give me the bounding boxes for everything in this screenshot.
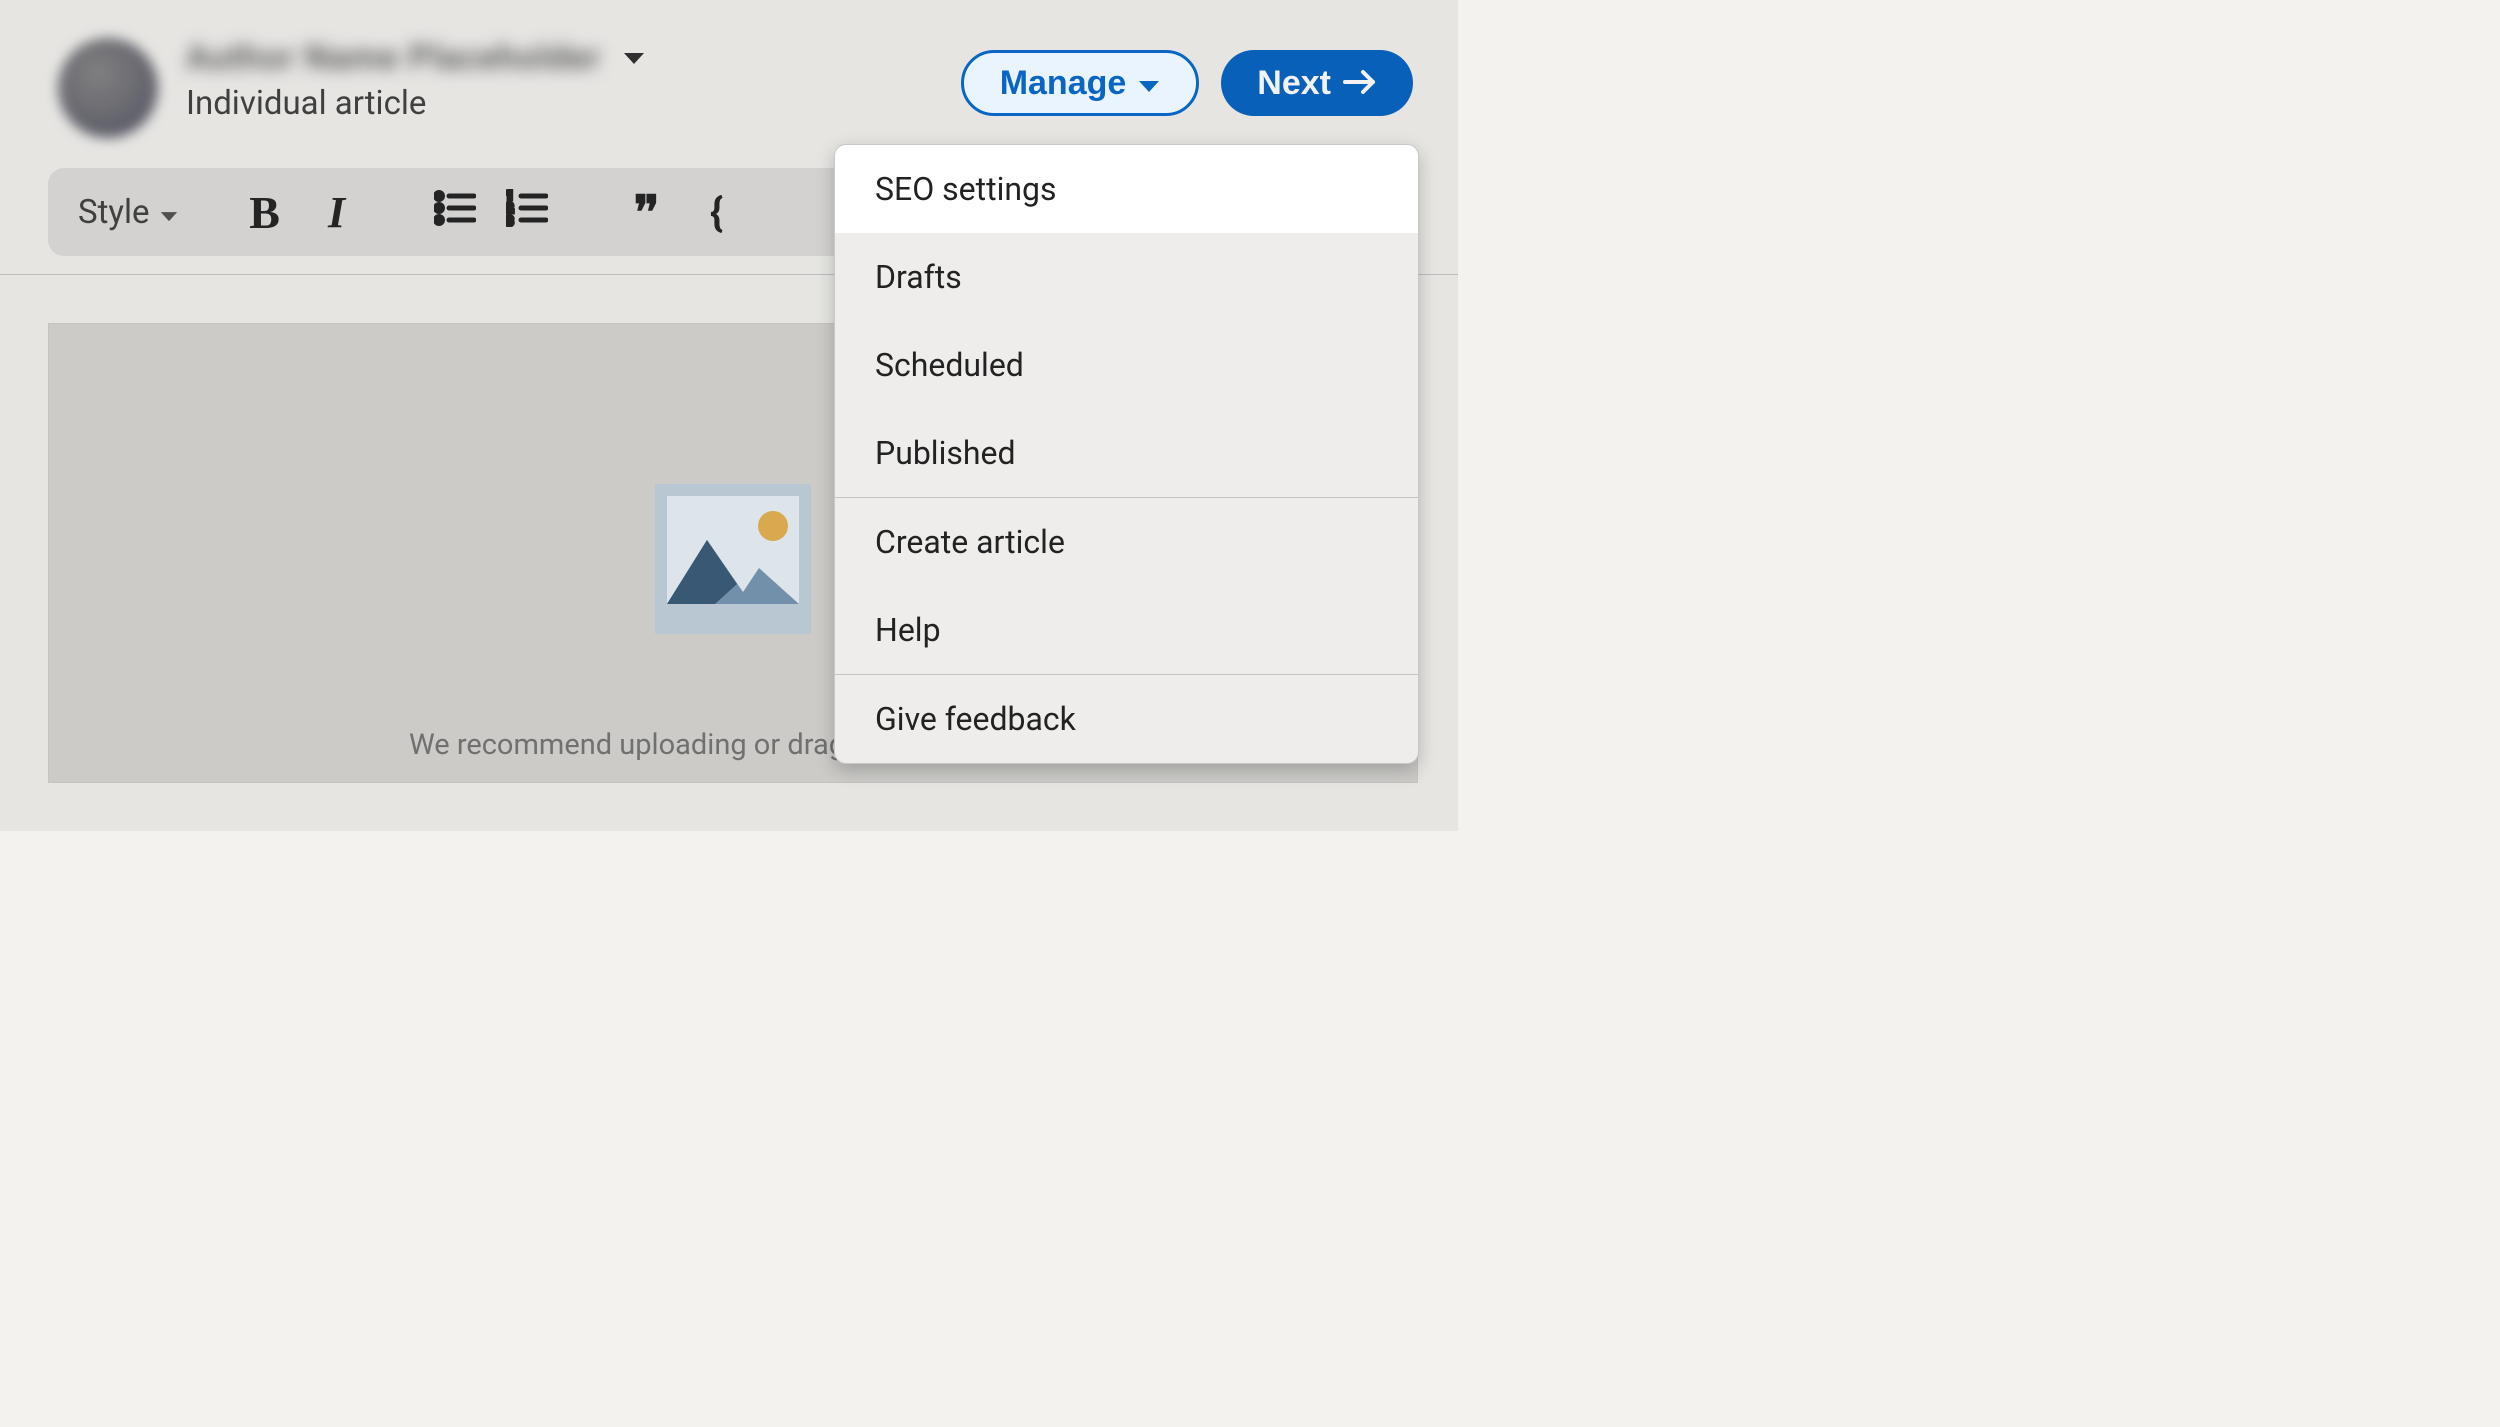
caret-down-icon xyxy=(160,193,178,232)
numbered-list-button[interactable]: 1 2 3 xyxy=(496,181,558,243)
code-block-button[interactable]: { xyxy=(686,181,748,243)
author-block: Author Name Placeholder Individual artic… xyxy=(58,38,645,138)
editor-header: Author Name Placeholder Individual artic… xyxy=(0,0,1458,168)
blockquote-button[interactable]: ❜❜ xyxy=(614,181,676,243)
menu-item-seo-settings[interactable]: SEO settings xyxy=(835,145,1418,233)
author-name: Author Name Placeholder xyxy=(186,38,601,78)
author-selector[interactable]: Author Name Placeholder xyxy=(186,38,645,78)
italic-button[interactable]: I xyxy=(306,181,368,243)
next-button-label: Next xyxy=(1257,64,1331,103)
manage-button[interactable]: Manage xyxy=(961,50,1200,116)
image-placeholder-icon xyxy=(655,484,811,638)
next-button[interactable]: Next xyxy=(1221,50,1413,116)
menu-item-give-feedback[interactable]: Give feedback xyxy=(835,675,1418,763)
italic-icon: I xyxy=(328,187,345,238)
bold-icon: B xyxy=(249,186,280,239)
caret-down-icon xyxy=(1138,64,1160,103)
svg-text:3: 3 xyxy=(506,214,513,227)
menu-item-help[interactable]: Help xyxy=(835,586,1418,674)
bullet-list-button[interactable] xyxy=(424,181,486,243)
numbered-list-icon: 1 2 3 xyxy=(506,186,548,238)
svg-text:2: 2 xyxy=(506,201,513,215)
article-type-label: Individual article xyxy=(186,84,645,123)
menu-item-create-article[interactable]: Create article xyxy=(835,498,1418,586)
style-label: Style xyxy=(78,193,150,232)
header-actions: Manage Next xyxy=(961,50,1413,116)
caret-down-icon xyxy=(623,51,645,70)
manage-button-label: Manage xyxy=(1000,64,1127,103)
menu-item-drafts[interactable]: Drafts xyxy=(835,233,1418,321)
arrow-right-icon xyxy=(1343,64,1377,103)
style-dropdown[interactable]: Style xyxy=(78,193,178,232)
blockquote-icon: ❜❜ xyxy=(634,185,656,239)
menu-item-scheduled[interactable]: Scheduled xyxy=(835,321,1418,409)
author-avatar[interactable] xyxy=(58,38,158,138)
bullet-list-icon xyxy=(434,186,476,238)
manage-dropdown-menu: SEO settings Drafts Scheduled Published … xyxy=(834,144,1419,764)
menu-item-published[interactable]: Published xyxy=(835,409,1418,497)
bold-button[interactable]: B xyxy=(234,181,296,243)
code-icon: { xyxy=(710,189,723,236)
